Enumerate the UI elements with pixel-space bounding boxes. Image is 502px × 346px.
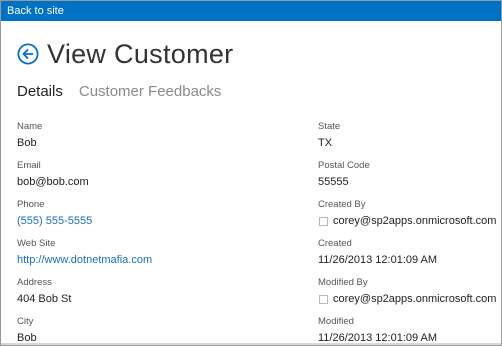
field-value: Bob: [17, 137, 37, 149]
person-value: corey@sp2apps.onmicrosoft.com: [318, 292, 498, 307]
field-state: State TX: [318, 121, 498, 158]
tab-details[interactable]: Details: [17, 82, 63, 102]
field-label: Email: [17, 160, 41, 171]
field-created-by: Created By corey@sp2apps.onmicrosoft.com: [318, 199, 498, 236]
tab-customer-feedbacks[interactable]: Customer Feedbacks: [79, 82, 222, 102]
phone-link[interactable]: (555) 555-5555: [17, 214, 297, 229]
field-label: State: [318, 121, 341, 132]
left-field-column: Name Bob Email bob@bob.com Phone (555) 5…: [17, 119, 297, 345]
tab-bar: Details Customer Feedbacks: [17, 81, 237, 103]
right-field-column: State TX Postal Code 55555 Created By co…: [318, 119, 498, 345]
field-label: Postal Code: [318, 160, 370, 171]
field-value: bob@bob.com: [17, 176, 89, 188]
field-created: Created 11/26/2013 12:01:09 AM: [318, 238, 498, 275]
presence-indicator-icon: [319, 217, 328, 226]
field-value: 55555: [318, 176, 349, 188]
field-name: Name Bob: [17, 121, 297, 158]
field-label: Name: [17, 121, 43, 132]
field-label: Created: [318, 238, 352, 249]
field-label: City: [17, 316, 34, 327]
field-label: Modified By: [318, 277, 368, 288]
field-web-site: Web Site http://www.dotnetmafia.com: [17, 238, 297, 275]
field-label: Created By: [318, 199, 366, 210]
field-city: City Bob: [17, 316, 297, 345]
field-email: Email bob@bob.com: [17, 160, 297, 197]
top-bar: Back to site: [1, 1, 501, 21]
field-value: 11/26/2013 12:01:09 AM: [318, 254, 438, 266]
field-modified-by: Modified By corey@sp2apps.onmicrosoft.co…: [318, 277, 498, 314]
field-label: Address: [17, 277, 52, 288]
person-value: corey@sp2apps.onmicrosoft.com: [318, 214, 498, 229]
field-label: Phone: [17, 199, 45, 210]
app-window: Back to site View Customer Details Custo…: [0, 0, 502, 346]
bottom-edge: [1, 343, 501, 345]
field-value: TX: [318, 137, 333, 149]
page-title: View Customer: [47, 39, 234, 69]
field-modified: Modified 11/26/2013 12:01:09 AM: [318, 316, 498, 345]
field-label: Modified: [318, 316, 354, 327]
web-site-link[interactable]: http://www.dotnetmafia.com: [17, 253, 297, 268]
field-phone: Phone (555) 555-5555: [17, 199, 297, 236]
field-postal-code: Postal Code 55555: [318, 160, 498, 197]
field-value: 404 Bob St: [17, 293, 72, 305]
page-header: View Customer: [17, 37, 233, 71]
back-arrow-icon[interactable]: [17, 43, 39, 65]
field-address: Address 404 Bob St: [17, 277, 297, 314]
modified-by-user[interactable]: corey@sp2apps.onmicrosoft.com: [333, 292, 496, 307]
presence-indicator-icon: [319, 295, 328, 304]
field-label: Web Site: [17, 238, 56, 249]
back-to-site-link[interactable]: Back to site: [7, 4, 64, 18]
created-by-user[interactable]: corey@sp2apps.onmicrosoft.com: [333, 214, 496, 229]
